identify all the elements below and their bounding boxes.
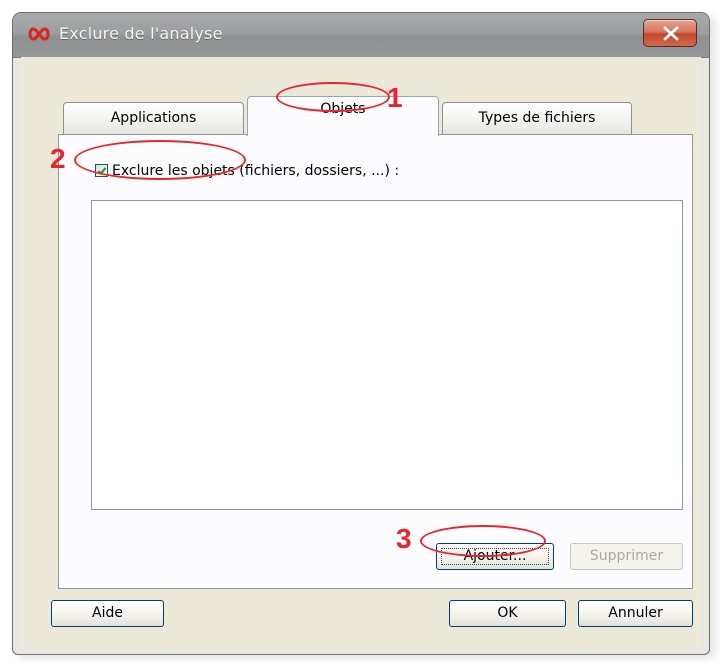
annotation-number-2: 2 xyxy=(50,143,66,174)
annotation-number-3: 3 xyxy=(396,523,412,554)
annotation-number-1: 1 xyxy=(387,82,403,113)
close-icon xyxy=(663,26,679,41)
help-button[interactable]: Aide xyxy=(51,600,164,627)
cancel-button[interactable]: Annuler xyxy=(578,600,693,627)
infinity-icon xyxy=(27,25,51,43)
window-title: Exclure de l'analyse xyxy=(59,24,223,43)
excluded-objects-list[interactable] xyxy=(91,200,683,510)
remove-button[interactable]: Supprimer xyxy=(570,543,683,570)
tab-types-de-fichiers[interactable]: Types de fichiers xyxy=(442,102,632,134)
tab-applications[interactable]: Applications xyxy=(63,102,244,134)
add-button-label: Ajouter... xyxy=(463,548,527,564)
ok-button[interactable]: OK xyxy=(449,600,566,627)
exclude-objects-checkbox[interactable] xyxy=(95,164,108,177)
add-button[interactable]: Ajouter... xyxy=(436,543,554,570)
dialog-body: Applications Objets Types de fichiers Ex… xyxy=(21,57,701,647)
exclude-objects-label: Exclure les objets (fichiers, dossiers, … xyxy=(112,163,400,179)
objets-tab-panel: Exclure les objets (fichiers, dossiers, … xyxy=(58,134,693,589)
checkmark-icon xyxy=(97,167,107,176)
close-button[interactable] xyxy=(643,19,697,47)
tab-objets[interactable]: Objets xyxy=(247,96,439,136)
title-bar[interactable]: Exclure de l'analyse xyxy=(13,13,709,58)
screen: Exclure de l'analyse Applications Objets… xyxy=(0,0,722,663)
dialog-window: Exclure de l'analyse Applications Objets… xyxy=(12,12,710,655)
